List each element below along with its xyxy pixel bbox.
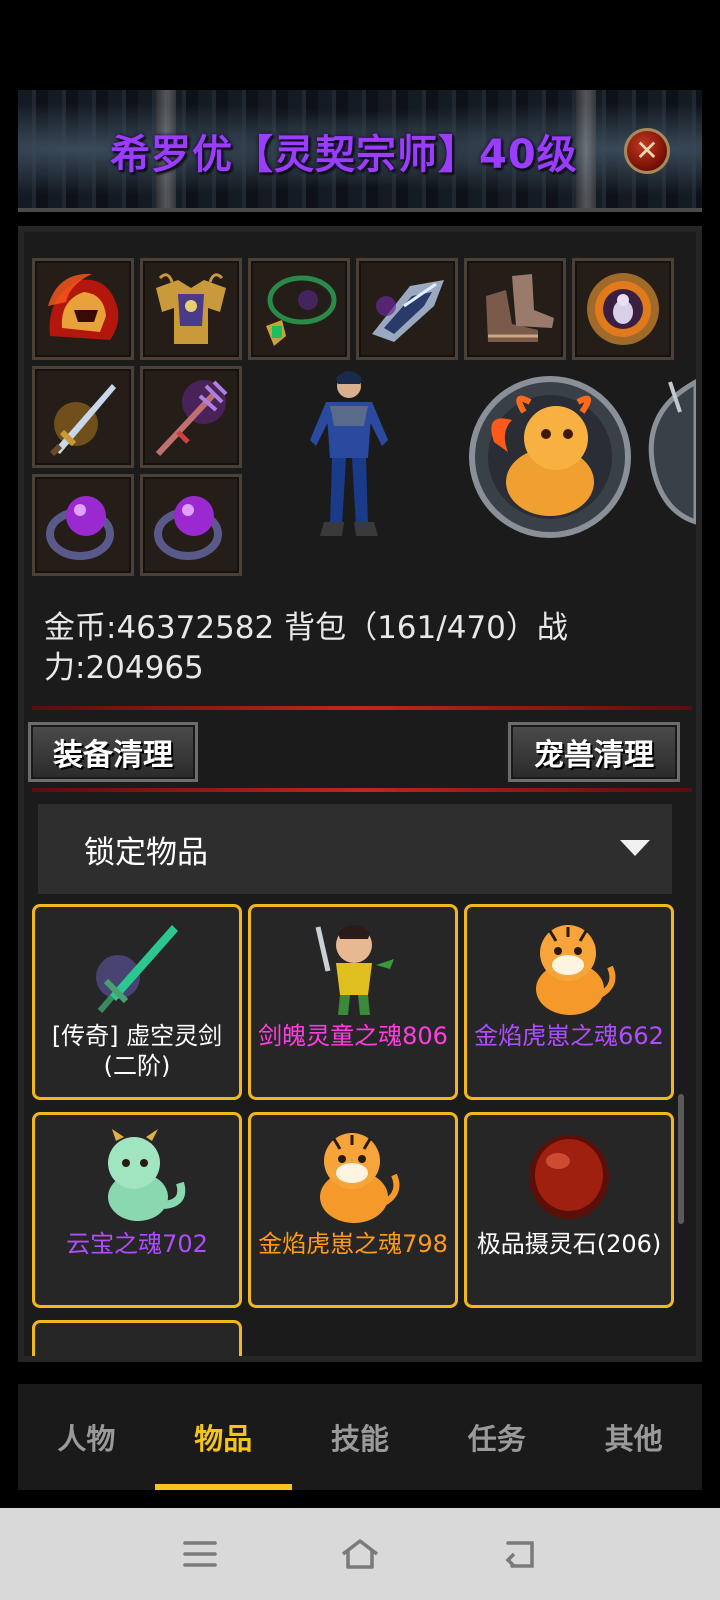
item-card[interactable]: 极品摄灵石(206) bbox=[464, 1112, 674, 1308]
pet-cleanup-button[interactable]: 宠兽清理 bbox=[508, 722, 680, 782]
golden-sword-icon bbox=[49, 384, 116, 457]
tab-items[interactable]: 物品 bbox=[154, 1384, 292, 1490]
close-icon: ✕ bbox=[635, 134, 659, 167]
item-card-partial[interactable] bbox=[32, 1320, 242, 1356]
item-card[interactable]: 云宝之魂702 bbox=[32, 1112, 242, 1308]
item-card[interactable]: [传奇] 虚空灵剑 (二阶) bbox=[32, 904, 242, 1100]
character-figure[interactable] bbox=[294, 366, 404, 542]
back-button[interactable] bbox=[500, 1534, 540, 1574]
sword-child-icon bbox=[315, 925, 394, 1015]
purple-trident-icon bbox=[155, 380, 228, 457]
home-button[interactable] bbox=[340, 1534, 380, 1574]
close-button[interactable]: ✕ bbox=[624, 128, 670, 174]
bottom-tab-bar: 人物 物品 技能 任务 其他 bbox=[18, 1384, 702, 1490]
equip-slot-necklace[interactable] bbox=[248, 258, 350, 360]
item-name: 云宝之魂702 bbox=[66, 1230, 208, 1258]
stats-line: 金币:46372582 背包（161/470）战力:204965 bbox=[44, 610, 568, 686]
page-title: 希罗优【灵契宗师】40级 bbox=[110, 132, 578, 178]
item-name: 剑魄灵童之魂806 bbox=[258, 1022, 448, 1050]
equip-slot-helmet[interactable] bbox=[32, 258, 134, 360]
divider-top bbox=[32, 706, 692, 710]
equip-slot-bracer[interactable] bbox=[356, 258, 458, 360]
jade-necklace-icon bbox=[266, 275, 337, 346]
next-pet-medallion-partial[interactable] bbox=[640, 372, 696, 532]
home-icon bbox=[341, 1539, 379, 1569]
triangle-down-icon bbox=[620, 840, 650, 856]
golden-armor-icon bbox=[156, 273, 226, 344]
item-name: 金焰虎崽之魂798 bbox=[258, 1230, 448, 1258]
equip-slot-staff[interactable] bbox=[140, 366, 242, 468]
equip-slot-armor[interactable] bbox=[140, 258, 242, 360]
tiger-cub-icon bbox=[536, 925, 616, 1015]
jade-sword-icon bbox=[96, 925, 178, 1013]
item-card[interactable]: 金焰虎崽之魂798 bbox=[248, 1112, 458, 1308]
tab-skills[interactable]: 技能 bbox=[292, 1384, 429, 1490]
equip-slot-weapon[interactable] bbox=[32, 366, 134, 468]
item-name: 极品摄灵石(206) bbox=[476, 1230, 662, 1258]
dropdown-selected-value: 锁定物品 bbox=[84, 834, 208, 871]
pet-medallion[interactable] bbox=[464, 372, 636, 542]
leather-boots-icon bbox=[486, 274, 554, 342]
purple-orb-ring-icon bbox=[154, 496, 222, 560]
equip-slot-medal[interactable] bbox=[572, 258, 674, 360]
tab-other[interactable]: 其他 bbox=[565, 1384, 702, 1490]
purple-orb-ring-icon bbox=[46, 496, 114, 560]
system-navigation-bar bbox=[0, 1508, 720, 1600]
item-name: 金焰虎崽之魂662 bbox=[474, 1022, 664, 1050]
equip-cleanup-button[interactable]: 装备清理 bbox=[28, 722, 198, 782]
item-filter-dropdown[interactable]: 锁定物品 bbox=[38, 804, 672, 894]
baby-dragon-icon bbox=[108, 1129, 186, 1221]
tab-character[interactable]: 人物 bbox=[18, 1384, 155, 1490]
tiger-cub-icon bbox=[320, 1133, 400, 1223]
menu-icon bbox=[183, 1541, 217, 1567]
back-icon bbox=[505, 1541, 534, 1568]
menu-button[interactable] bbox=[180, 1534, 220, 1574]
items-scrollbar[interactable] bbox=[678, 1094, 684, 1224]
silver-bracer-icon bbox=[372, 280, 444, 342]
equip-slot-ring-right[interactable] bbox=[140, 474, 242, 576]
divider-bottom bbox=[32, 788, 692, 792]
inventory-panel: 金币:46372582 背包（161/470）战力:204965 装备清理 宠兽… bbox=[18, 226, 702, 1362]
equip-slot-boots[interactable] bbox=[464, 258, 566, 360]
equip-slot-ring-left[interactable] bbox=[32, 474, 134, 576]
round-medal-icon bbox=[587, 273, 659, 345]
tab-quests[interactable]: 任务 bbox=[428, 1384, 565, 1490]
item-card[interactable]: 金焰虎崽之魂662 bbox=[464, 904, 674, 1100]
flame-helmet-icon bbox=[48, 273, 119, 340]
item-name: [传奇] 虚空灵剑 (二阶) bbox=[51, 1022, 223, 1080]
items-grid[interactable]: [传奇] 虚空灵剑 (二阶) 剑魄灵童之魂806 金焰虎崽之魂662 云宝之魂7… bbox=[32, 904, 686, 1356]
item-card[interactable]: 剑魄灵童之魂806 bbox=[248, 904, 458, 1100]
title-banner: 希罗优【灵契宗师】40级 bbox=[18, 90, 702, 212]
red-spirit-stone-icon bbox=[529, 1135, 609, 1219]
